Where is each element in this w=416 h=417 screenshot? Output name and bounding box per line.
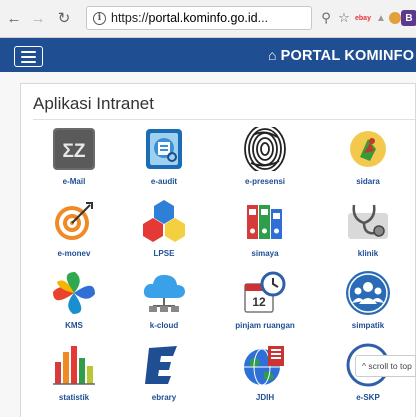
panel-title: Aplikasi Intranet <box>33 94 154 113</box>
site-info-icon[interactable]: i <box>93 11 106 25</box>
cookie-extension-icon[interactable] <box>389 12 401 24</box>
app-label: e-audit <box>150 177 178 186</box>
cloud-icon <box>141 270 187 316</box>
fingerprint-icon <box>242 126 288 172</box>
app-tile-sidara[interactable]: sidara <box>328 126 408 196</box>
app-tile-e-audit[interactable]: e-audit <box>124 126 204 196</box>
app-tile-kms[interactable]: KMS <box>34 270 114 340</box>
app-label: simaya <box>251 249 279 258</box>
app-tile-e-presensi[interactable]: e-presensi <box>225 126 305 196</box>
email-ez-icon: ΣZ <box>51 126 97 172</box>
panel-divider <box>33 119 415 120</box>
forward-button[interactable]: → <box>29 9 47 27</box>
top-navbar: ⌂ PORTAL KOMINFO <box>0 38 416 72</box>
people-icon <box>345 270 391 316</box>
page-content: Aplikasi Intranet ΣZ e-Mail e-audit e-pr… <box>0 72 416 417</box>
app-tile-lpse[interactable]: LPSE <box>124 198 204 268</box>
app-tile-ebrary[interactable]: ebrary <box>124 342 204 412</box>
menu-bar-icon <box>21 50 36 53</box>
audit-icon <box>141 126 187 172</box>
browser-toolbar: ← → ↻ i https://portal.kominfo.go.id... … <box>0 0 416 38</box>
url-prefix: https:// <box>111 11 149 25</box>
svg-text:ΣZ: ΣZ <box>62 141 85 162</box>
app-label: simpatik <box>351 321 385 330</box>
app-label: e-SKP <box>356 393 380 402</box>
app-tile-klinik[interactable]: klinik <box>328 198 408 268</box>
hexagons-icon <box>141 198 187 244</box>
app-tile-jdih[interactable]: JDIH <box>225 342 305 412</box>
url-rest: ... <box>257 11 269 25</box>
menu-bar-icon <box>21 55 36 58</box>
sidara-icon <box>345 126 391 172</box>
stethoscope-icon <box>345 198 391 244</box>
scroll-to-top-button[interactable]: ^ scroll to top <box>355 355 416 377</box>
app-tile-simpatik[interactable]: simpatik <box>328 270 408 340</box>
brand-link[interactable]: ⌂ PORTAL KOMINFO <box>268 47 414 64</box>
calendar-clock-icon: 12 <box>242 270 288 316</box>
app-label: e-Mail <box>62 177 86 186</box>
app-tile-simaya[interactable]: simaya <box>225 198 305 268</box>
pinwheel-icon <box>51 270 97 316</box>
app-label: pinjam ruangan <box>235 321 295 330</box>
app-tile-email[interactable]: ΣZ e-Mail <box>34 126 114 196</box>
app-label: e-monev <box>57 249 91 258</box>
triangle-extension-icon[interactable]: ▲ <box>373 10 389 26</box>
binders-icon <box>242 198 288 244</box>
bar-chart-icon <box>51 342 97 388</box>
url-host: portal.kominfo.go.id <box>148 11 258 25</box>
target-icon <box>51 198 97 244</box>
bookmark-star-icon[interactable]: ☆ <box>336 10 352 26</box>
hamburger-menu-button[interactable] <box>14 46 43 67</box>
back-button[interactable]: ← <box>5 9 23 27</box>
app-label: sidara <box>356 177 380 186</box>
app-tile-k-cloud[interactable]: k-cloud <box>124 270 204 340</box>
app-tile-e-skp[interactable]: e-SKP <box>328 342 408 412</box>
app-tile-statistik[interactable]: statistik <box>34 342 114 412</box>
brand-label: PORTAL KOMINFO <box>280 48 415 64</box>
b-extension-icon[interactable]: B <box>401 10 416 26</box>
address-bar[interactable]: i https://portal.kominfo.go.id... <box>86 6 312 30</box>
app-label: JDIH <box>255 393 275 402</box>
menu-bar-icon <box>21 60 36 63</box>
reload-button[interactable]: ↻ <box>55 9 73 27</box>
app-label: k-cloud <box>149 321 179 330</box>
app-tile-e-monev[interactable]: e-monev <box>34 198 114 268</box>
app-label: klinik <box>357 249 379 258</box>
globe-icon <box>242 342 288 388</box>
app-label: LPSE <box>153 249 175 258</box>
app-label: statistik <box>58 393 90 402</box>
ebrary-icon <box>141 342 187 388</box>
app-label: KMS <box>65 321 83 330</box>
app-label: ebrary <box>151 393 177 402</box>
home-icon: ⌂ <box>268 47 277 63</box>
app-label: e-presensi <box>244 177 286 186</box>
svg-text:12: 12 <box>252 295 266 309</box>
ebay-extension-icon[interactable]: ebay <box>355 10 371 26</box>
key-icon[interactable]: ⚲ <box>318 10 334 26</box>
app-tile-pinjam-ruangan[interactable]: 12 pinjam ruangan <box>225 270 305 340</box>
